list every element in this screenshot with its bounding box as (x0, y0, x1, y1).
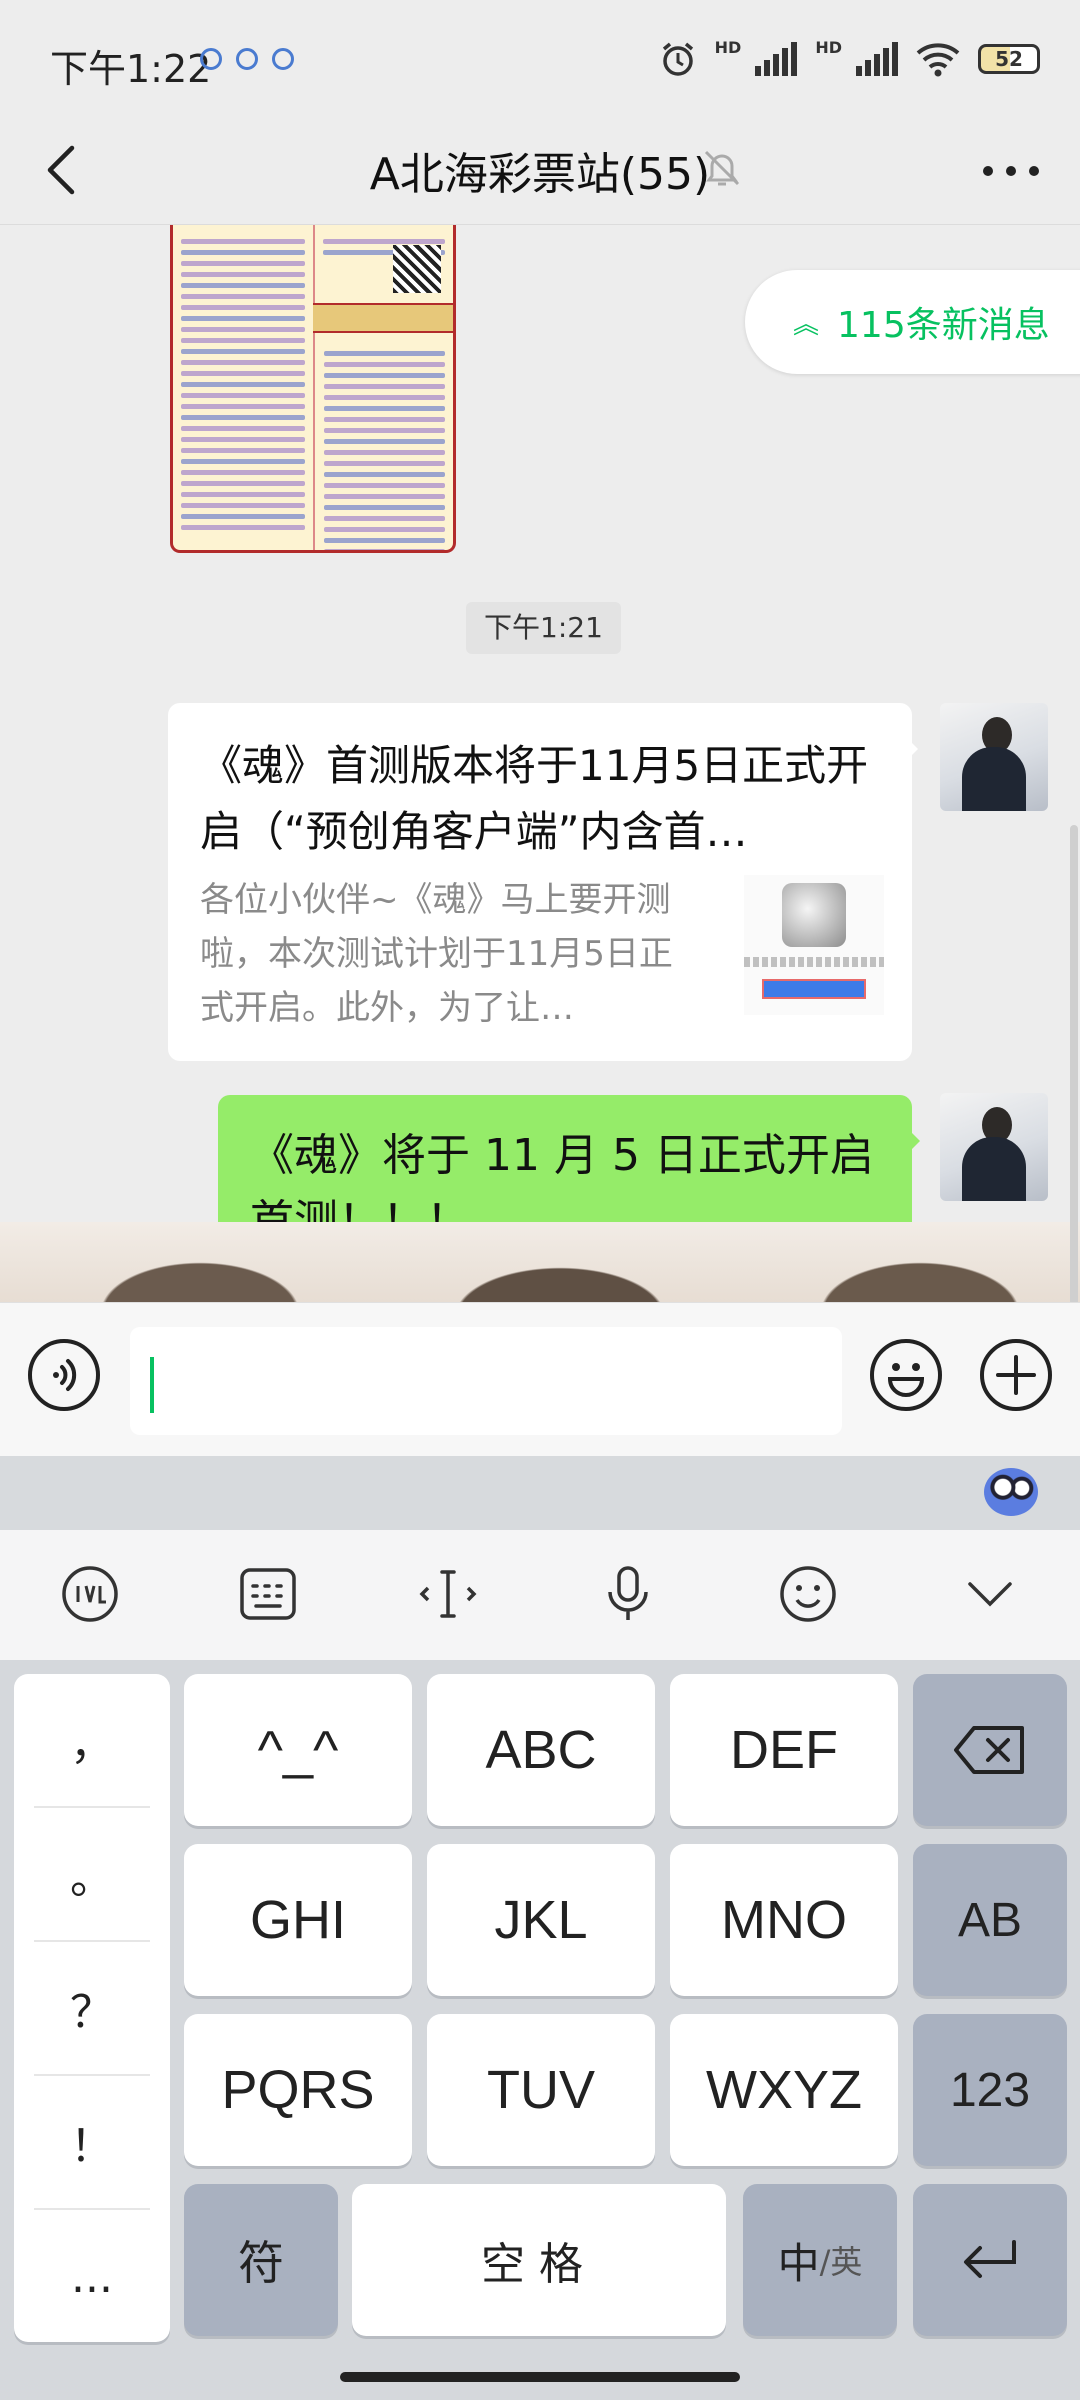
text-cursor (150, 1357, 154, 1413)
message-list[interactable]: ︽ 115条新消息 下午1:21 《魂》首测版本将于11月5日正式开启（“预创角… (0, 225, 1080, 1302)
emoji-icon (780, 1566, 836, 1622)
home-indicator[interactable] (340, 2372, 740, 2382)
image-column-left (173, 225, 313, 550)
cursor-move-button[interactable] (412, 1558, 484, 1630)
sender-avatar[interactable] (940, 703, 1048, 811)
ime-mascot-icon[interactable] (984, 1468, 1038, 1516)
status-bar: 下午1:22 HD HD 52 (0, 0, 1080, 120)
notification-icons (200, 48, 294, 70)
key-ab[interactable]: AB (913, 1844, 1067, 1996)
notification-icon-3 (272, 48, 294, 70)
image-banner (313, 303, 453, 333)
status-time: 下午1:22 (50, 47, 212, 91)
link-card-thumbnail (744, 875, 884, 1015)
key-tuv[interactable]: TUV (427, 2014, 655, 2166)
notification-icon-2 (236, 48, 258, 70)
chevron-down-icon (968, 1582, 1012, 1607)
voice-wave-icon (53, 1359, 77, 1391)
space-key[interactable]: 空格 (352, 2184, 726, 2336)
punct-key[interactable]: ？ (34, 1942, 150, 2076)
message-timestamp: 下午1:21 (466, 602, 621, 654)
punct-key[interactable]: 。 (34, 1808, 150, 1942)
key-wxyz[interactable]: WXYZ (670, 2014, 898, 2166)
message-input[interactable] (130, 1327, 842, 1435)
network-type-1: HD (714, 37, 742, 57)
language-sub-label: /英 (819, 2243, 863, 2281)
language-switch-key[interactable]: 中/英 (743, 2184, 897, 2336)
network-type-2: HD (815, 37, 842, 57)
chat-title: A北海彩票站(55) (369, 149, 711, 200)
game-logo-icon (782, 883, 846, 947)
keyboard-layout-button[interactable] (232, 1558, 304, 1630)
more-options-icon[interactable] (976, 146, 1046, 196)
t9-keyboard: ， 。 ？ ！ ... ^_^ ABC DEF GHI JKL MNO AB P… (0, 1660, 1080, 2400)
chat-scrollbar[interactable] (1070, 825, 1078, 1302)
key-def[interactable]: DEF (670, 1674, 898, 1826)
language-main-label: 中 (777, 2238, 820, 2288)
punctuation-column[interactable]: ， 。 ？ ！ ... (14, 1674, 170, 2342)
microphone-icon (608, 1566, 648, 1620)
key-ghi[interactable]: GHI (184, 1844, 412, 1996)
message-input-bar (0, 1302, 1080, 1456)
battery-indicator: 52 (978, 44, 1040, 74)
plus-icon (996, 1355, 1036, 1395)
voice-typing-button[interactable] (592, 1558, 664, 1630)
ime-logo-icon (62, 1566, 118, 1622)
key-symbols[interactable]: 符 (184, 2184, 338, 2336)
emoji-button[interactable] (870, 1339, 942, 1411)
punct-key[interactable]: ， (34, 1674, 150, 1808)
signal-icon-2 (856, 42, 898, 76)
chat-header: A北海彩票站(55) (0, 120, 1080, 225)
key-abc[interactable]: ABC (427, 1674, 655, 1826)
ime-toolbar (0, 1530, 1080, 1660)
return-arrow-icon (964, 2240, 1016, 2278)
new-messages-pill[interactable]: ︽ 115条新消息 (745, 270, 1080, 374)
enter-key[interactable] (913, 2184, 1067, 2336)
sender-avatar[interactable] (940, 1093, 1048, 1201)
muted-bell-icon (704, 150, 740, 186)
ime-candidate-strip (0, 1456, 1080, 1530)
chat-background-image (0, 1222, 1080, 1302)
notification-icon-1 (200, 48, 222, 70)
more-functions-button[interactable] (980, 1339, 1052, 1411)
key-mno[interactable]: MNO (670, 1844, 898, 1996)
punct-key[interactable]: ！ (34, 2076, 150, 2210)
smiley-icon (887, 1363, 925, 1397)
text-cursor-icon (419, 1570, 477, 1618)
key-123[interactable]: 123 (913, 2014, 1067, 2166)
new-messages-label: 115条新消息 (837, 305, 1050, 346)
link-card-description: 各位小伙伴~《魂》马上要开测啦，本次测试计划于11月5日正式开启。此外，为了让… (200, 880, 673, 1028)
keyboard-icon (240, 1568, 296, 1620)
wifi-icon (916, 43, 960, 77)
key-pqrs[interactable]: PQRS (184, 2014, 412, 2166)
image-message[interactable] (170, 225, 456, 553)
backspace-key[interactable] (913, 1674, 1067, 1826)
ime-emoji-button[interactable] (772, 1558, 844, 1630)
key-jkl[interactable]: JKL (427, 1844, 655, 1996)
shared-link-card[interactable]: 《魂》首测版本将于11月5日正式开启（“预创角客户端”内含首… 各位小伙伴~《魂… (168, 703, 918, 1061)
image-text-block (324, 345, 445, 550)
ime-mode-button[interactable] (54, 1558, 126, 1630)
hide-keyboard-button[interactable] (954, 1558, 1026, 1630)
qr-code-image (393, 245, 441, 293)
alarm-icon (662, 42, 693, 76)
status-indicators: HD HD 52 (659, 37, 1040, 78)
key-emoticon[interactable]: ^_^ (184, 1674, 412, 1826)
backspace-icon (954, 1726, 1024, 1774)
double-chevron-up-icon: ︽ (793, 309, 820, 340)
link-card-title: 《魂》首测版本将于11月5日正式开启（“预创角客户端”内含首… (200, 741, 869, 856)
signal-icon-1 (755, 42, 798, 76)
voice-input-button[interactable] (28, 1339, 100, 1411)
punct-key[interactable]: ... (34, 2210, 150, 2344)
